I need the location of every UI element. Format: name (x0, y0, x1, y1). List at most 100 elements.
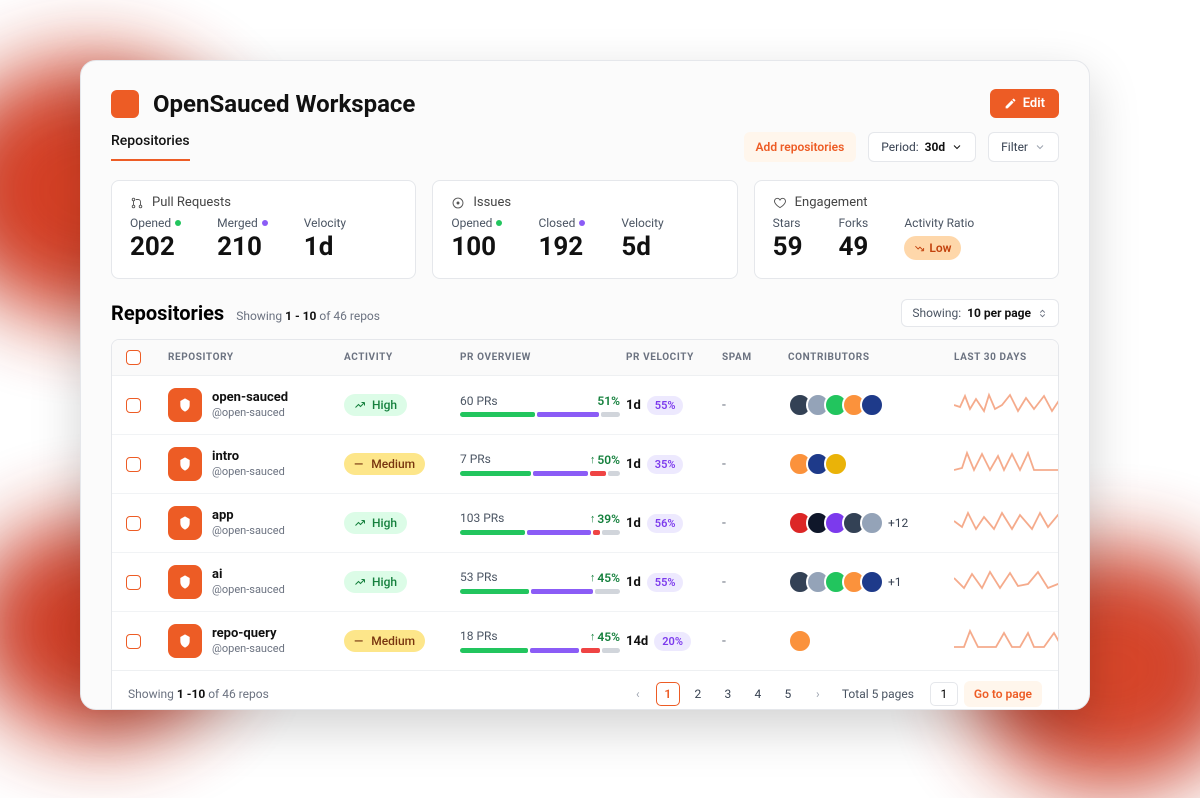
pr-percent: 39% (590, 512, 620, 526)
prev-page-button[interactable]: ‹ (626, 682, 650, 706)
status-dot-icon (496, 220, 502, 226)
workspace-frame: OpenSauced Workspace Edit Repositories A… (80, 60, 1090, 710)
row-checkbox[interactable] (126, 575, 141, 590)
metric-label: Opened (451, 216, 492, 230)
table-row[interactable]: app@open-saucedHigh103 PRs39%1d56%-+12 (112, 494, 1058, 553)
card-title: Pull Requests (152, 195, 231, 210)
spam-value: - (722, 574, 782, 590)
tab-repositories[interactable]: Repositories (111, 133, 190, 161)
repos-section-header: Repositories Showing 1 - 10 of 46 repos … (111, 299, 1059, 327)
edit-icon (1004, 97, 1017, 110)
status-dot-icon (175, 220, 181, 226)
tabs-row: Repositories Add repositories Period: 30… (111, 132, 1059, 162)
velocity-value: 1d (626, 575, 641, 590)
card-pull-requests: Pull Requests Opened202 Merged210 Veloci… (111, 180, 416, 279)
activity-badge: Medium (344, 630, 425, 652)
trend-up-icon (354, 517, 366, 529)
row-checkbox[interactable] (126, 398, 141, 413)
velocity-percent: 56% (647, 514, 684, 533)
col-pr-velocity: PR VELOCITY (626, 352, 716, 363)
col-pr-overview: PR OVERVIEW (460, 352, 620, 363)
edit-button[interactable]: Edit (990, 89, 1059, 118)
repo-icon (168, 565, 202, 599)
repo-org: @open-sauced (212, 465, 285, 478)
activity-badge: High (344, 512, 407, 534)
row-checkbox[interactable] (126, 634, 141, 649)
page-button-2[interactable]: 2 (686, 682, 710, 706)
row-checkbox[interactable] (126, 457, 141, 472)
pr-bar (460, 471, 620, 476)
stats-cards: Pull Requests Opened202 Merged210 Veloci… (111, 180, 1059, 279)
repos-showing-text: Showing 1 - 10 of 46 repos (236, 309, 380, 323)
table-row[interactable]: intro@open-saucedMedium7 PRs50%1d35%- (112, 435, 1058, 494)
pr-bar (460, 648, 620, 653)
contributors: +1 (788, 570, 948, 594)
metric-label: Merged (217, 216, 258, 230)
contributors (788, 629, 948, 653)
repo-icon (168, 447, 202, 481)
metric-label: Forks (839, 216, 869, 230)
status-dot-icon (262, 220, 268, 226)
per-page-value: 10 per page (967, 306, 1031, 320)
filter-button[interactable]: Filter (988, 132, 1059, 162)
page-button-5[interactable]: 5 (776, 682, 800, 706)
next-page-button[interactable]: › (806, 682, 830, 706)
repo-icon (168, 506, 202, 540)
metric-value: 59 (773, 232, 803, 262)
activity-badge: High (344, 394, 407, 416)
sparkline (954, 625, 1059, 653)
repo-name: open-sauced (212, 391, 288, 405)
select-all-checkbox[interactable] (126, 350, 141, 365)
spam-value: - (722, 397, 782, 413)
period-select[interactable]: Period: 30d (868, 132, 976, 162)
metric-value: 192 (538, 232, 585, 262)
period-prefix: Period: (881, 140, 918, 154)
avatar (824, 452, 848, 476)
goto-page-button[interactable]: Go to page (964, 681, 1042, 707)
card-title: Engagement (795, 195, 868, 210)
metric-value: 5d (621, 232, 663, 262)
velocity-percent: 55% (647, 396, 684, 415)
metric-label: Activity Ratio (904, 216, 974, 230)
trend-up-icon (354, 399, 366, 411)
repo-icon (168, 624, 202, 658)
page-button-4[interactable]: 4 (746, 682, 770, 706)
heart-icon (773, 196, 787, 210)
pr-percent: 51% (597, 394, 620, 408)
page-button-3[interactable]: 3 (716, 682, 740, 706)
metric-value: 49 (839, 232, 869, 262)
pull-request-icon (130, 196, 144, 210)
activity-badge: High (344, 571, 407, 593)
add-repositories-button[interactable]: Add repositories (744, 132, 857, 162)
activity-ratio-value: Low (929, 241, 951, 255)
contributors (788, 393, 948, 417)
repo-name: ai (212, 568, 285, 582)
status-dot-icon (579, 220, 585, 226)
card-issues: Issues Opened100 Closed192 Velocity5d (432, 180, 737, 279)
pr-count: 53 PRs (460, 570, 498, 584)
metric-label: Closed (538, 216, 575, 230)
velocity-value: 1d (626, 516, 641, 531)
avatar (860, 570, 884, 594)
trend-up-icon (354, 576, 366, 588)
col-activity: ACTIVITY (344, 352, 454, 363)
contributors-more: +12 (888, 516, 908, 530)
per-page-prefix: Showing: (912, 306, 961, 320)
col-last30: LAST 30 DAYS (954, 352, 1059, 363)
table-row[interactable]: ai@open-saucedHigh53 PRs45%1d55%-+1 (112, 553, 1058, 612)
metric-label: Velocity (621, 216, 663, 230)
row-checkbox[interactable] (126, 516, 141, 531)
per-page-select[interactable]: Showing: 10 per page (901, 299, 1059, 327)
table-row[interactable]: repo-query@open-saucedMedium18 PRs45%14d… (112, 612, 1058, 671)
metric-value: 1d (304, 232, 346, 262)
spam-value: - (722, 515, 782, 531)
goto-page-input[interactable] (930, 682, 958, 706)
repo-org: @open-sauced (212, 583, 285, 596)
repos-table: REPOSITORY ACTIVITY PR OVERVIEW PR VELOC… (111, 339, 1059, 710)
pr-count: 7 PRs (460, 452, 491, 466)
pr-count: 60 PRs (460, 394, 498, 408)
page-button-1[interactable]: 1 (656, 682, 680, 706)
table-row[interactable]: open-sauced@open-saucedHigh60 PRs51%1d55… (112, 376, 1058, 435)
activity-ratio-badge: Low (904, 236, 961, 260)
pr-percent: 50% (590, 453, 620, 467)
